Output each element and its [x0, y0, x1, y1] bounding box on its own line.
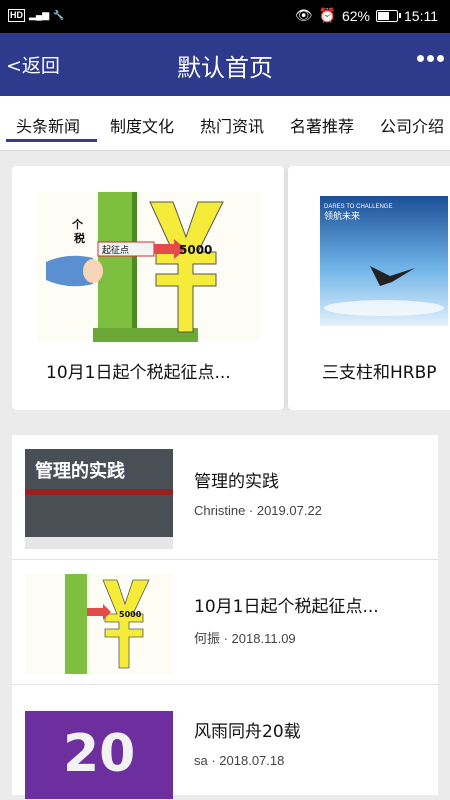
carousel-card[interactable]: 个 税 起征点 5000 10月1日起个税起征点...: [12, 166, 284, 410]
article-meta: sa · 2018.07.18: [194, 753, 285, 768]
list-item[interactable]: 管理的实践 管理的实践 Christine · 2019.07.22: [12, 435, 438, 560]
signal-indicators: HD ▂▄▆ 🔧: [8, 9, 64, 22]
article-title: 风雨同舟20载: [194, 722, 301, 742]
tab-hot-news[interactable]: 热门资讯: [200, 113, 264, 137]
tab-system-culture[interactable]: 制度文化: [110, 113, 174, 137]
hrbp-poster-image: DARES TO CHALLENGE 领航未来: [320, 196, 448, 326]
svg-text:5000: 5000: [119, 610, 142, 619]
tax-threshold-thumbnail: 5000: [25, 574, 173, 674]
tab-company-intro[interactable]: 公司介绍: [380, 113, 444, 137]
article-list: 管理的实践 管理的实践 Christine · 2019.07.22 5000 …: [12, 435, 438, 799]
article-title: 管理的实践: [194, 472, 279, 492]
article-meta: Christine · 2019.07.22: [194, 503, 322, 518]
carousel-card-title: 三支柱和HRBP: [322, 363, 437, 383]
page-title: 默认首页: [177, 54, 273, 82]
wrench-icon: 🔧: [53, 10, 65, 20]
list-item[interactable]: 20 风雨同舟20载 sa · 2018.07.18: [12, 685, 438, 799]
book-cover-thumbnail: 管理的实践: [25, 449, 173, 549]
divider: [0, 150, 450, 151]
more-menu-icon[interactable]: [417, 55, 444, 62]
battery-percent: 62%: [341, 7, 370, 24]
signal-icon: ▂▄▆: [29, 10, 50, 20]
eye-icon: 👁: [294, 7, 313, 23]
active-tab-indicator: [6, 139, 97, 142]
anniversary-thumbnail: 20: [25, 699, 173, 799]
carousel-card-title: 10月1日起个税起征点...: [46, 363, 231, 383]
status-bar: HD ▂▄▆ 🔧 👁 ⏰ 62% 15:11: [0, 0, 450, 33]
list-item[interactable]: 5000 10月1日起个税起征点... 何振 · 2018.11.09: [12, 560, 438, 685]
svg-text:20: 20: [63, 724, 135, 784]
tab-headline-news[interactable]: 头条新闻: [16, 113, 80, 137]
tab-book-recommend[interactable]: 名著推荐: [290, 113, 354, 137]
hd-badge: HD: [8, 9, 25, 22]
carousel-card[interactable]: DARES TO CHALLENGE 领航未来 三支柱和HRBP: [288, 166, 450, 410]
article-meta: 何振 · 2018.11.09: [194, 631, 296, 646]
svg-text:个: 个: [71, 217, 84, 231]
tax-threshold-image: 个 税 起征点 5000: [38, 192, 260, 342]
battery-icon: [376, 9, 401, 22]
alarm-icon: ⏰: [318, 7, 336, 23]
nav-bar: <返回 默认首页: [0, 33, 450, 96]
svg-text:领航未来: 领航未来: [324, 210, 360, 222]
svg-text:管理的实践: 管理的实践: [35, 460, 125, 482]
featured-carousel[interactable]: 个 税 起征点 5000 10月1日起个税起征点... DARES TO CHA…: [12, 166, 450, 410]
svg-text:税: 税: [74, 231, 85, 245]
svg-text:起征点: 起征点: [102, 245, 129, 256]
article-title: 10月1日起个税起征点...: [194, 597, 379, 617]
svg-text:5000: 5000: [179, 243, 212, 257]
clock: 15:11: [404, 7, 438, 24]
svg-text:DARES TO CHALLENGE: DARES TO CHALLENGE: [324, 204, 392, 210]
